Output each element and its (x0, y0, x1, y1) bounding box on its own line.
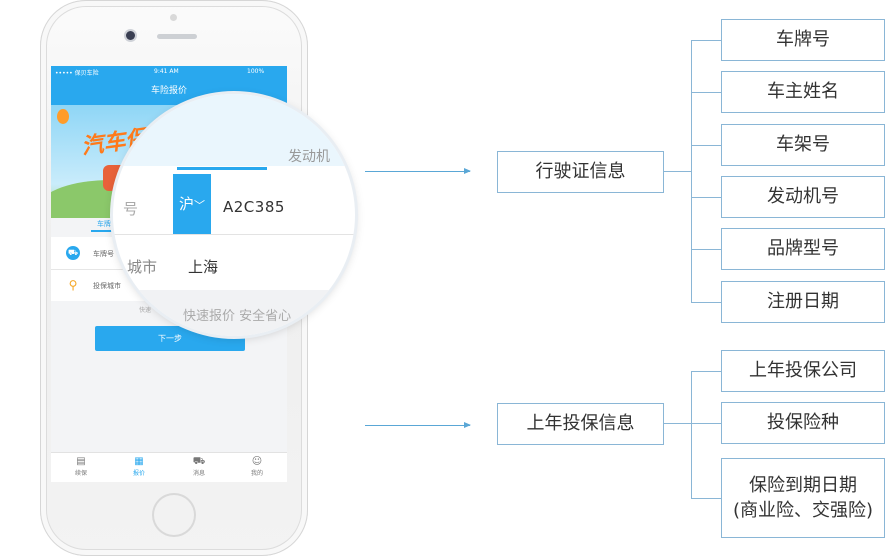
tab-renew[interactable]: ▤ 续保 (61, 456, 101, 477)
license-info-box: 行驶证信息 (497, 151, 664, 193)
connector (691, 197, 721, 198)
connector (691, 145, 721, 146)
connector (691, 92, 721, 93)
sensor (170, 14, 177, 21)
carrier-label: ••••• 保贝车险 (55, 70, 99, 77)
field-brand-model: 品牌型号 (721, 228, 885, 270)
tab-profile[interactable]: ☺ 我的 (237, 456, 277, 477)
city-value[interactable]: 上海 (188, 256, 218, 277)
field-owner-name: 车主姓名 (721, 71, 885, 113)
speaker (157, 34, 197, 39)
province-select[interactable]: 沪﹀ (173, 174, 211, 234)
car-icon: ⛟ (192, 456, 206, 467)
tab-messages[interactable]: ⛟ 消息 (179, 456, 219, 477)
connector (691, 371, 721, 372)
connector (664, 171, 691, 172)
field-expiry-date: 保险到期日期 (商业险、交强险) (721, 458, 885, 538)
car-icon: ⛟ (66, 246, 80, 260)
status-time: 9:41 AM (154, 68, 179, 75)
quote-icon: ▦ (134, 456, 144, 467)
tab-quote[interactable]: ▦ 报价 (119, 456, 159, 477)
clipboard-icon: ▤ (76, 456, 86, 467)
connector (691, 302, 721, 303)
front-camera (126, 31, 135, 40)
connector (691, 249, 721, 250)
zoom-tab-area: 发动机 (113, 94, 355, 166)
home-button[interactable] (152, 493, 196, 537)
arrow-to-insurance-info (365, 422, 471, 428)
user-icon: ☺ (251, 456, 263, 467)
plate-label-zoom: 号 (123, 200, 139, 218)
field-registration-date: 注册日期 (721, 281, 885, 323)
tab-quote-label: 报价 (132, 470, 145, 477)
field-last-insurer: 上年投保公司 (721, 350, 885, 392)
city-label-zoom: 城市 (127, 258, 158, 276)
tab-renew-label: 续保 (74, 470, 87, 477)
magnifier-zoom: 发动机 号 沪﹀ A2C385 城市 上海 快速报价 安全省心 (113, 94, 355, 336)
expiry-date-note: (商业险、交强险) (732, 500, 874, 521)
balloon-icon (57, 109, 69, 124)
arrow-to-license-info (365, 168, 471, 174)
province-value: 沪 (178, 195, 194, 213)
zoom-tab-indicator (177, 167, 267, 170)
connector (691, 498, 721, 499)
connector (664, 423, 691, 424)
field-plate: 车牌号 (721, 19, 885, 61)
connector (691, 423, 721, 424)
battery-label: 100% (247, 68, 265, 75)
status-bar: ••••• 保贝车险 9:41 AM 100% (51, 66, 287, 78)
field-engine-number: 发动机号 (721, 176, 885, 218)
tab-messages-label: 消息 (192, 470, 205, 477)
expiry-date-label: 保险到期日期 (749, 475, 857, 496)
divider (113, 234, 355, 235)
tab-profile-label: 我的 (250, 470, 263, 477)
engine-label: 发动机 (288, 149, 330, 165)
connector (691, 371, 692, 498)
plate-input[interactable]: A2C385 (223, 198, 285, 216)
field-coverage-type: 投保险种 (721, 402, 885, 444)
insurance-info-box: 上年投保信息 (497, 403, 664, 445)
connector (691, 40, 692, 302)
location-pin-icon: ⚲ (68, 278, 78, 292)
field-vin: 车架号 (721, 124, 885, 166)
connector (691, 40, 721, 41)
tab-bar: ▤ 续保 ▦ 报价 ⛟ 消息 ☺ 我的 (51, 452, 287, 482)
slogan-text: 快速报价 安全省心 (183, 309, 292, 324)
plate-label: 车牌号 (93, 250, 114, 258)
chevron-down-icon: ﹀ (194, 199, 205, 212)
